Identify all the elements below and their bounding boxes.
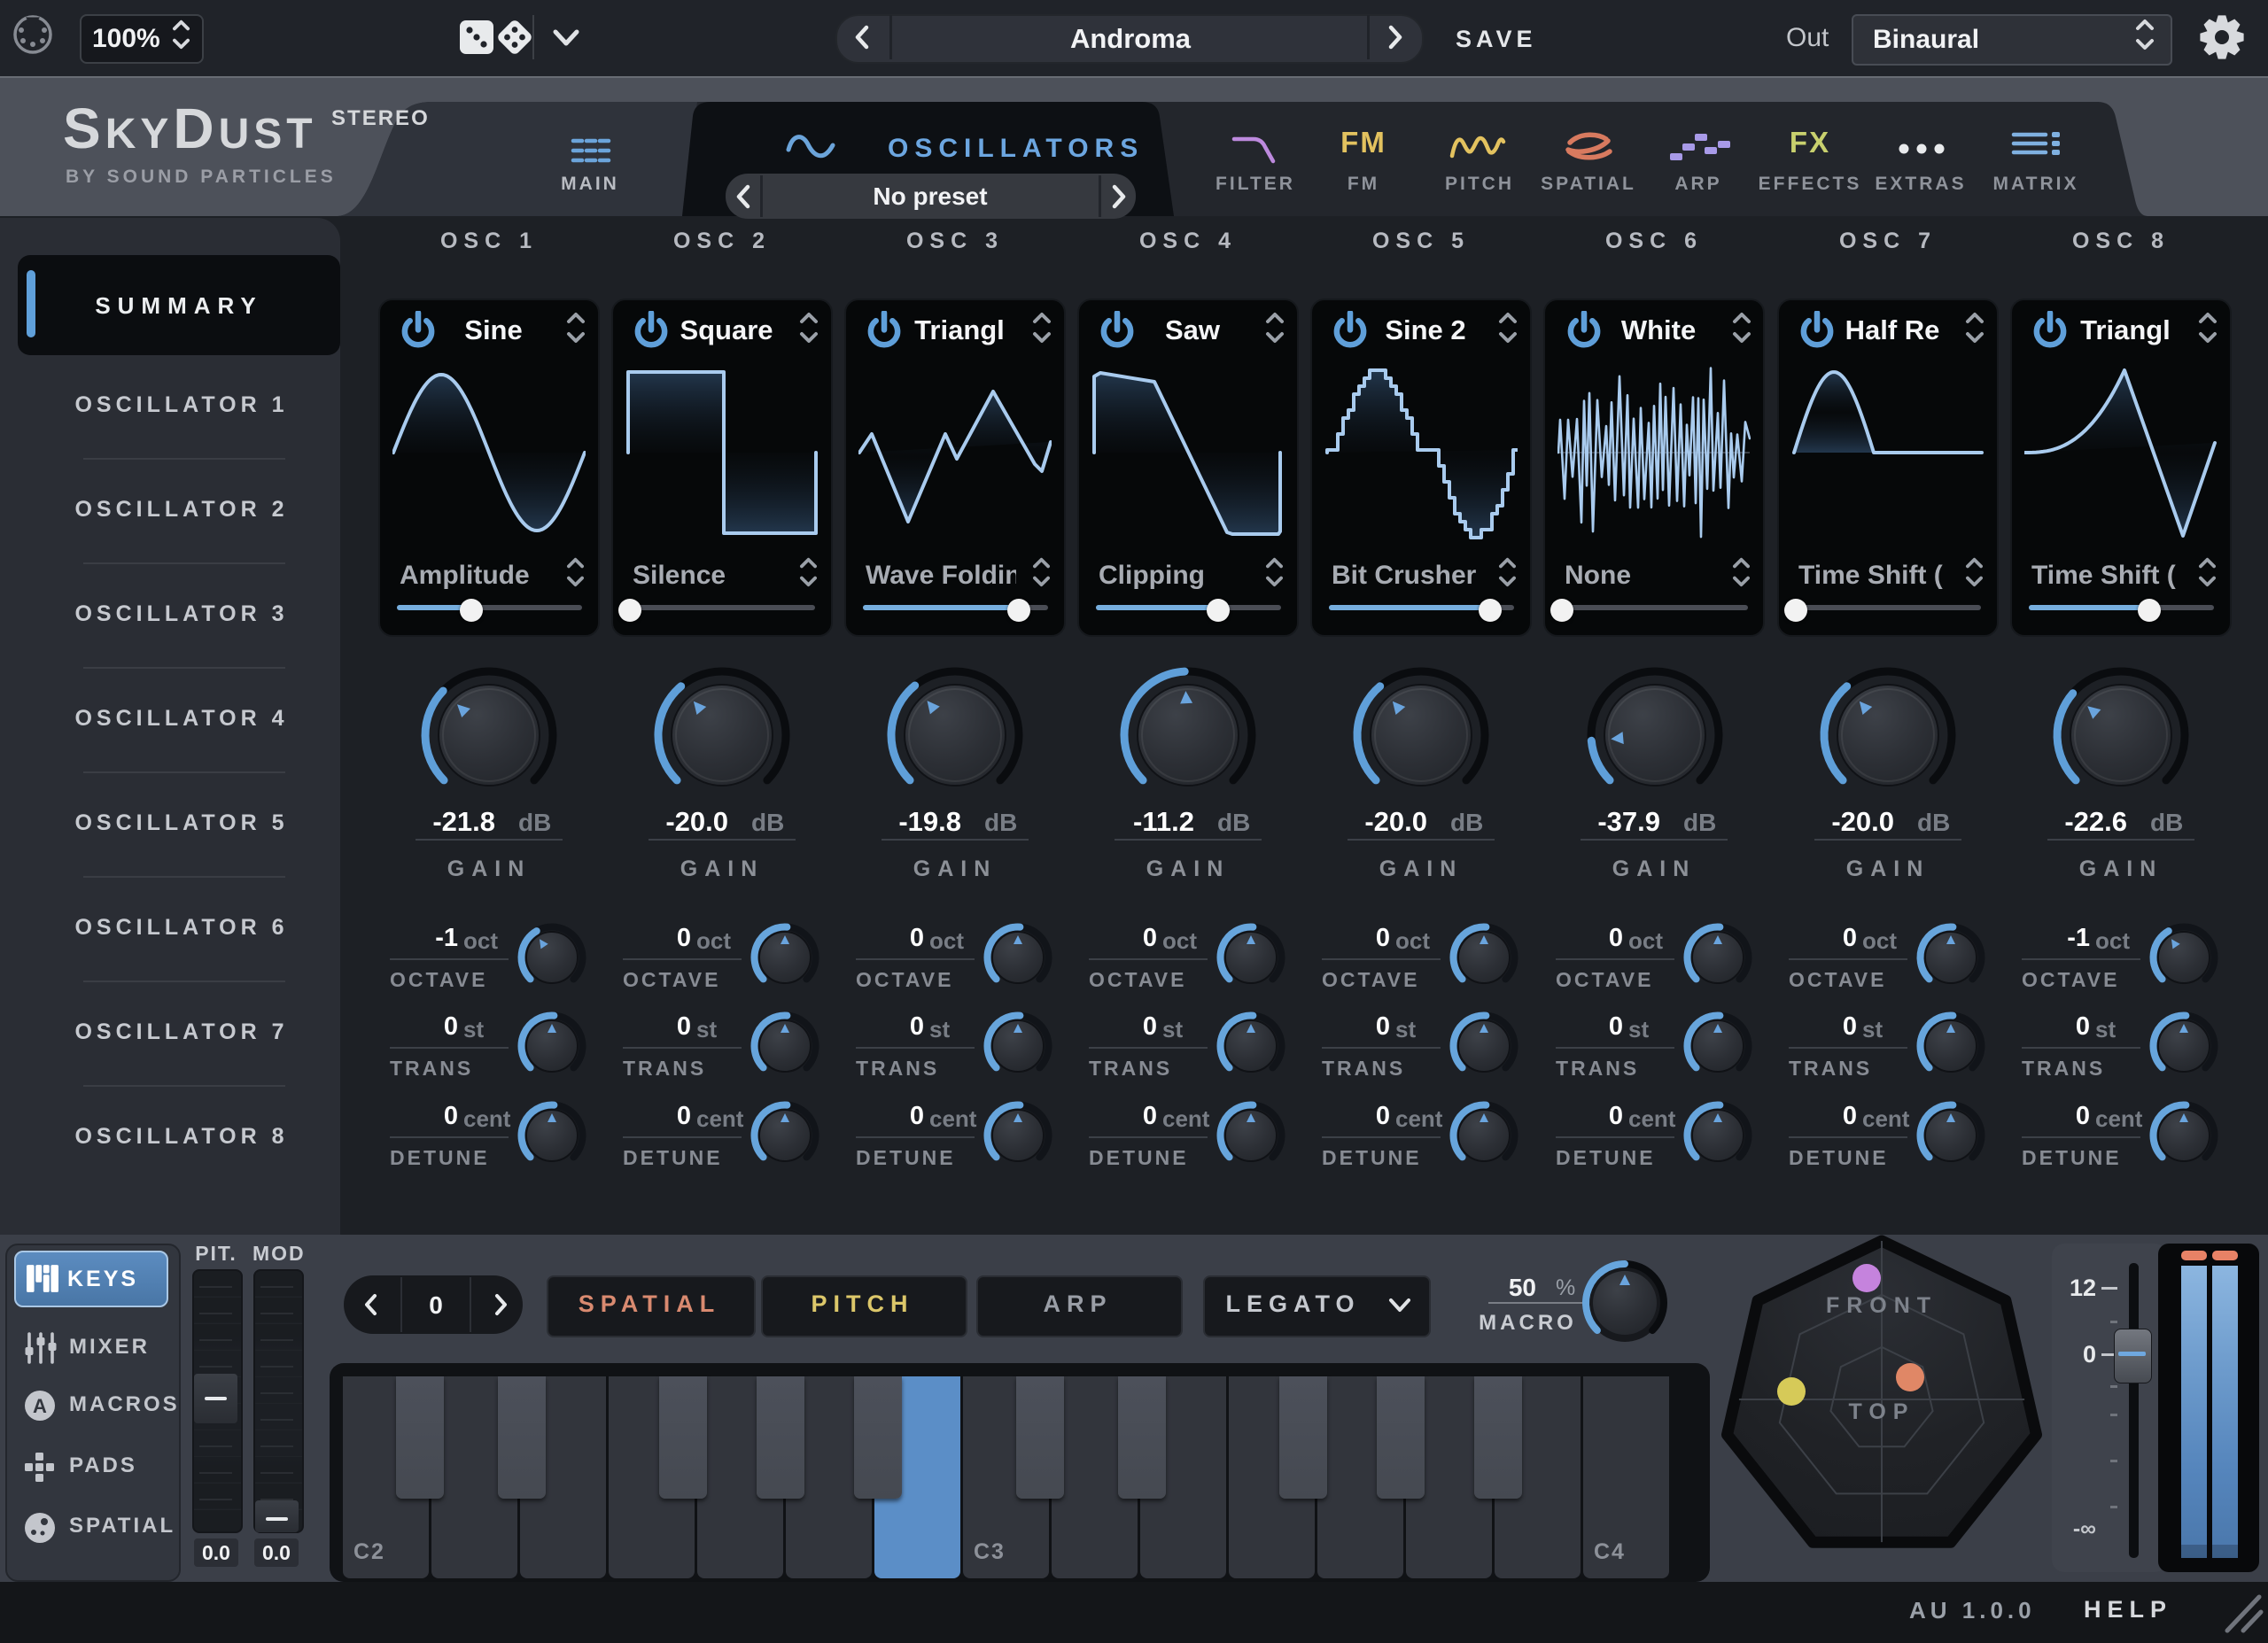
svg-text:A: A — [33, 1395, 47, 1417]
